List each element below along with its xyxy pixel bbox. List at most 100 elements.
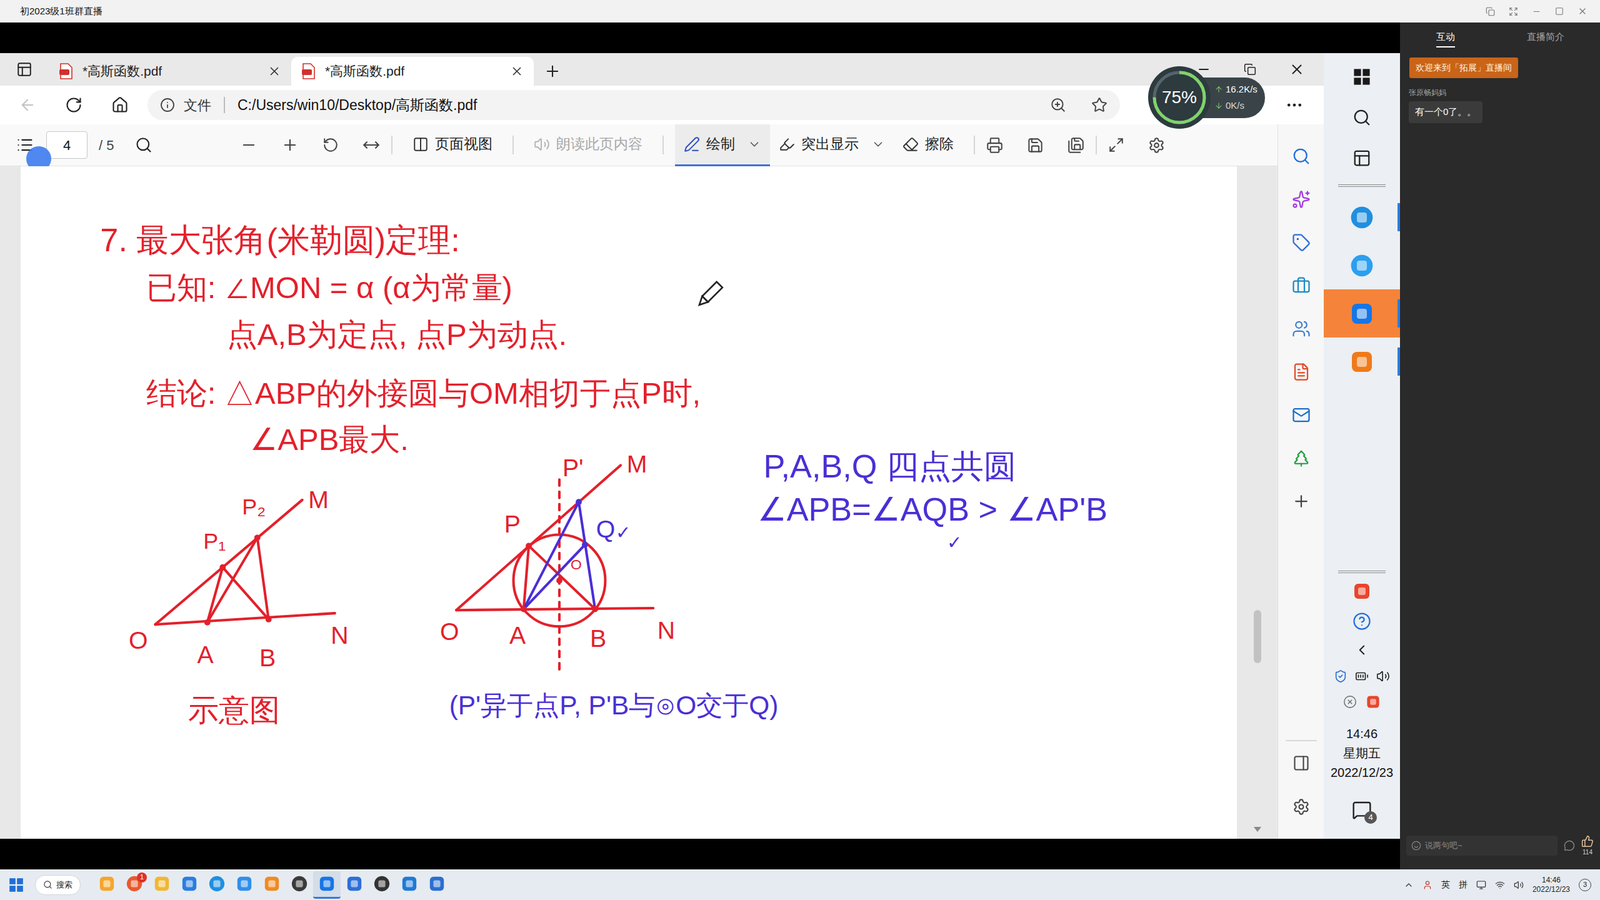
toolbar-tool[interactable]: 绘制 (675, 124, 770, 167)
save-as-icon[interactable] (1067, 136, 1085, 154)
maximize-icon[interactable] (1555, 6, 1564, 16)
taskbar-app-icon[interactable] (400, 875, 419, 893)
copilot-icon[interactable] (1291, 190, 1311, 209)
home-icon[interactable] (111, 96, 129, 114)
taskbar-app[interactable] (203, 871, 231, 899)
favorite-icon[interactable] (1091, 96, 1108, 114)
volume-icon[interactable] (1376, 669, 1390, 684)
highlight-icon[interactable] (778, 136, 795, 153)
edge-icon[interactable] (1349, 205, 1375, 230)
print-icon[interactable] (986, 136, 1004, 154)
scrollbar-thumb[interactable] (1253, 610, 1262, 664)
network-off-icon[interactable] (1343, 695, 1357, 709)
emoji-icon[interactable] (1411, 840, 1422, 851)
tool-dropdown-icon[interactable] (747, 137, 762, 152)
refresh-icon[interactable] (65, 96, 83, 114)
close-icon[interactable] (1577, 6, 1588, 17)
taskbar-app-icon[interactable] (208, 875, 226, 893)
taskbar-app-icon[interactable] (235, 875, 254, 893)
window-restore-icon[interactable] (1243, 63, 1257, 76)
taskbar-app[interactable] (340, 871, 369, 899)
hide-sidebar-icon[interactable] (1292, 754, 1310, 772)
save-icon[interactable] (1026, 136, 1044, 154)
toolbar-tool[interactable]: 页面视图 (403, 124, 502, 167)
chat-tab[interactable]: 直播简介 (1526, 26, 1565, 49)
like-button[interactable]: 114 (1581, 835, 1594, 857)
tab-close-icon[interactable] (510, 64, 524, 79)
taskbar-app[interactable] (258, 871, 286, 899)
taskbar-app[interactable] (395, 871, 424, 899)
taskbar-clock[interactable]: 14:462022/12/23 (1532, 875, 1570, 894)
taskbar-app[interactable] (148, 871, 176, 899)
taskbar-app[interactable] (423, 871, 451, 899)
games-icon[interactable] (1291, 319, 1311, 339)
minimize-icon[interactable] (1531, 6, 1542, 17)
sogou-icon[interactable] (1352, 581, 1372, 601)
zoom-out-icon[interactable] (240, 136, 258, 154)
network-icon[interactable] (1495, 880, 1505, 890)
erase-icon[interactable] (902, 136, 919, 153)
taskbar-app-icon[interactable] (373, 875, 391, 893)
taskbar-app-icon[interactable] (263, 875, 281, 893)
taskbar-app-icon[interactable] (180, 875, 199, 893)
taskbar-app-icon[interactable] (290, 875, 309, 893)
sidebar-search-icon[interactable] (1291, 146, 1311, 166)
side-taskbar-app[interactable] (1323, 193, 1400, 242)
taskbar-app[interactable] (175, 871, 204, 899)
scroll-down-icon[interactable] (1253, 826, 1262, 833)
tools-icon[interactable] (1291, 276, 1311, 295)
tab-actions-icon[interactable] (16, 61, 33, 78)
taskbar-app-icon[interactable] (428, 875, 446, 893)
address-field[interactable]: 文件C:/Users/win10/Desktop/高斯函数.pdf (147, 90, 1120, 120)
app-icon[interactable] (1349, 301, 1375, 327)
outlook-icon[interactable] (1291, 405, 1311, 425)
office-icon[interactable] (1291, 362, 1311, 382)
page-view-icon[interactable] (412, 136, 429, 153)
ime-indicator[interactable]: 拼 (1458, 878, 1468, 892)
taskbar-app[interactable] (230, 871, 259, 899)
fullscreen-icon[interactable] (1508, 6, 1519, 17)
ime-indicator[interactable]: 英 (1441, 878, 1450, 892)
speed-widget[interactable]: 75%16.2K/s0K/s (1148, 66, 1265, 129)
browser-tab[interactable]: *高斯函数.pdf (48, 56, 292, 86)
taskbar-app-icon[interactable] (98, 875, 116, 893)
windows-logo-icon[interactable] (8, 877, 24, 893)
sidebar-settings-icon[interactable] (1292, 798, 1310, 816)
tray-expand-icon[interactable] (1353, 641, 1370, 659)
account-icon[interactable] (1422, 880, 1433, 890)
taskbar-app[interactable] (368, 871, 396, 899)
side-taskbar-app[interactable] (1323, 241, 1400, 290)
shopping-icon[interactable] (1291, 233, 1311, 252)
tab-close-icon[interactable] (267, 64, 282, 79)
tool-dropdown-icon[interactable] (871, 137, 885, 152)
restore-icon[interactable] (1485, 6, 1495, 17)
taskbar-app-icon[interactable] (318, 875, 336, 893)
zoom-in-icon[interactable] (281, 136, 299, 154)
taskbar-app[interactable] (313, 871, 341, 899)
find-icon[interactable] (135, 136, 153, 154)
side-clock[interactable]: 14:46星期五2022/12/23 (1330, 724, 1394, 783)
taskbar-search-icon[interactable] (1352, 108, 1372, 127)
full-screen-icon[interactable] (1108, 136, 1125, 154)
toolbar-tool[interactable]: 擦除 (893, 124, 963, 167)
chat-input[interactable]: 说两句吧~ (1406, 835, 1558, 856)
display-icon[interactable] (1476, 880, 1487, 890)
taskbar-app-icon[interactable] (345, 875, 364, 893)
battery-icon[interactable] (1355, 669, 1369, 684)
side-taskbar-app[interactable] (1323, 337, 1400, 386)
toolbar-tool[interactable]: 突出显示 (770, 124, 894, 167)
scrollbar[interactable] (1236, 166, 1278, 839)
page-number-field[interactable]: 4 (46, 131, 88, 159)
ime-icon[interactable] (1365, 694, 1381, 710)
drop-icon[interactable] (1291, 448, 1311, 468)
pdf-settings-icon[interactable] (1148, 136, 1165, 154)
video-app-icon[interactable] (1349, 349, 1375, 375)
more-icon[interactable] (1285, 95, 1304, 115)
rotate-icon[interactable] (322, 136, 339, 154)
comment-icon[interactable] (1563, 840, 1575, 852)
taskbar-app[interactable] (93, 871, 121, 899)
add-sidebar-icon[interactable] (1291, 491, 1311, 511)
side-taskbar-app[interactable] (1323, 289, 1400, 338)
taskbar-app[interactable]: 1 (120, 871, 149, 899)
draw-icon[interactable] (683, 136, 700, 153)
